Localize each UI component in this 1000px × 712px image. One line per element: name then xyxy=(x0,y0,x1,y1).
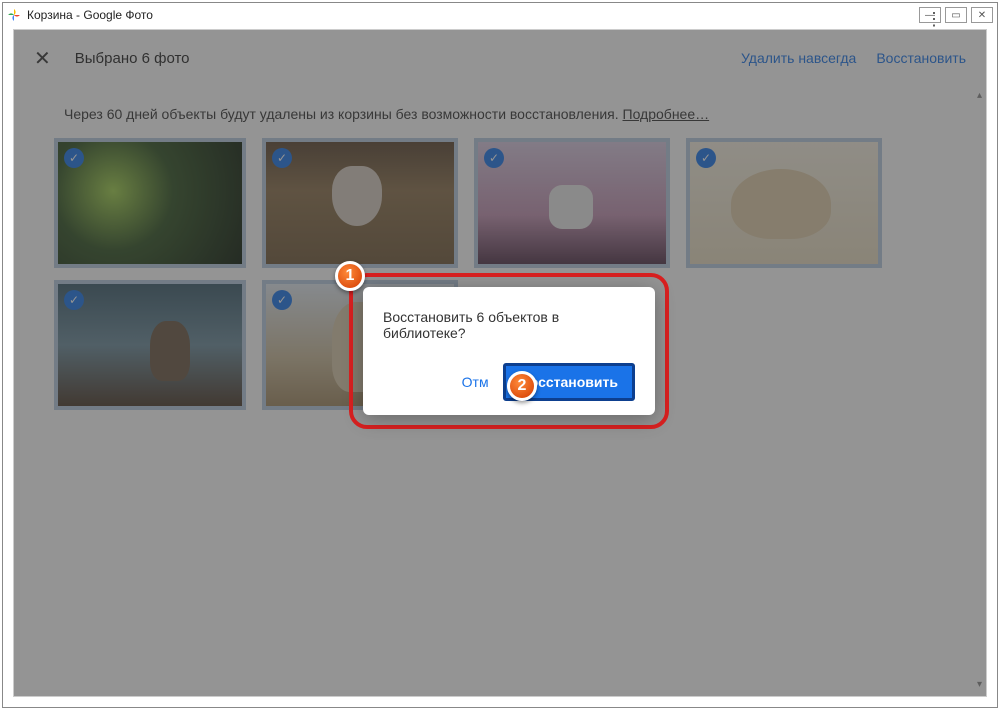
dialog-highlight: Восстановить 6 объектов в библиотеке? От… xyxy=(349,273,669,429)
dialog-message: Восстановить 6 объектов в библиотеке? xyxy=(383,309,635,341)
window-title: Корзина - Google Фото xyxy=(27,8,153,22)
cancel-button[interactable]: Отм xyxy=(458,368,493,396)
app-window: Корзина - Google Фото ⋮ — ▭ ✕ ✕ Выбрано … xyxy=(2,2,998,708)
annotation-badge-2: 2 xyxy=(507,371,537,401)
more-menu-button[interactable]: ⋮ xyxy=(919,7,949,32)
titlebar: Корзина - Google Фото ⋮ — ▭ ✕ xyxy=(3,3,997,27)
google-photos-icon xyxy=(7,8,21,22)
annotation-badge-1: 1 xyxy=(335,261,365,291)
restore-dialog: Восстановить 6 объектов в библиотеке? От… xyxy=(363,287,655,415)
close-window-button[interactable]: ✕ xyxy=(971,7,993,23)
